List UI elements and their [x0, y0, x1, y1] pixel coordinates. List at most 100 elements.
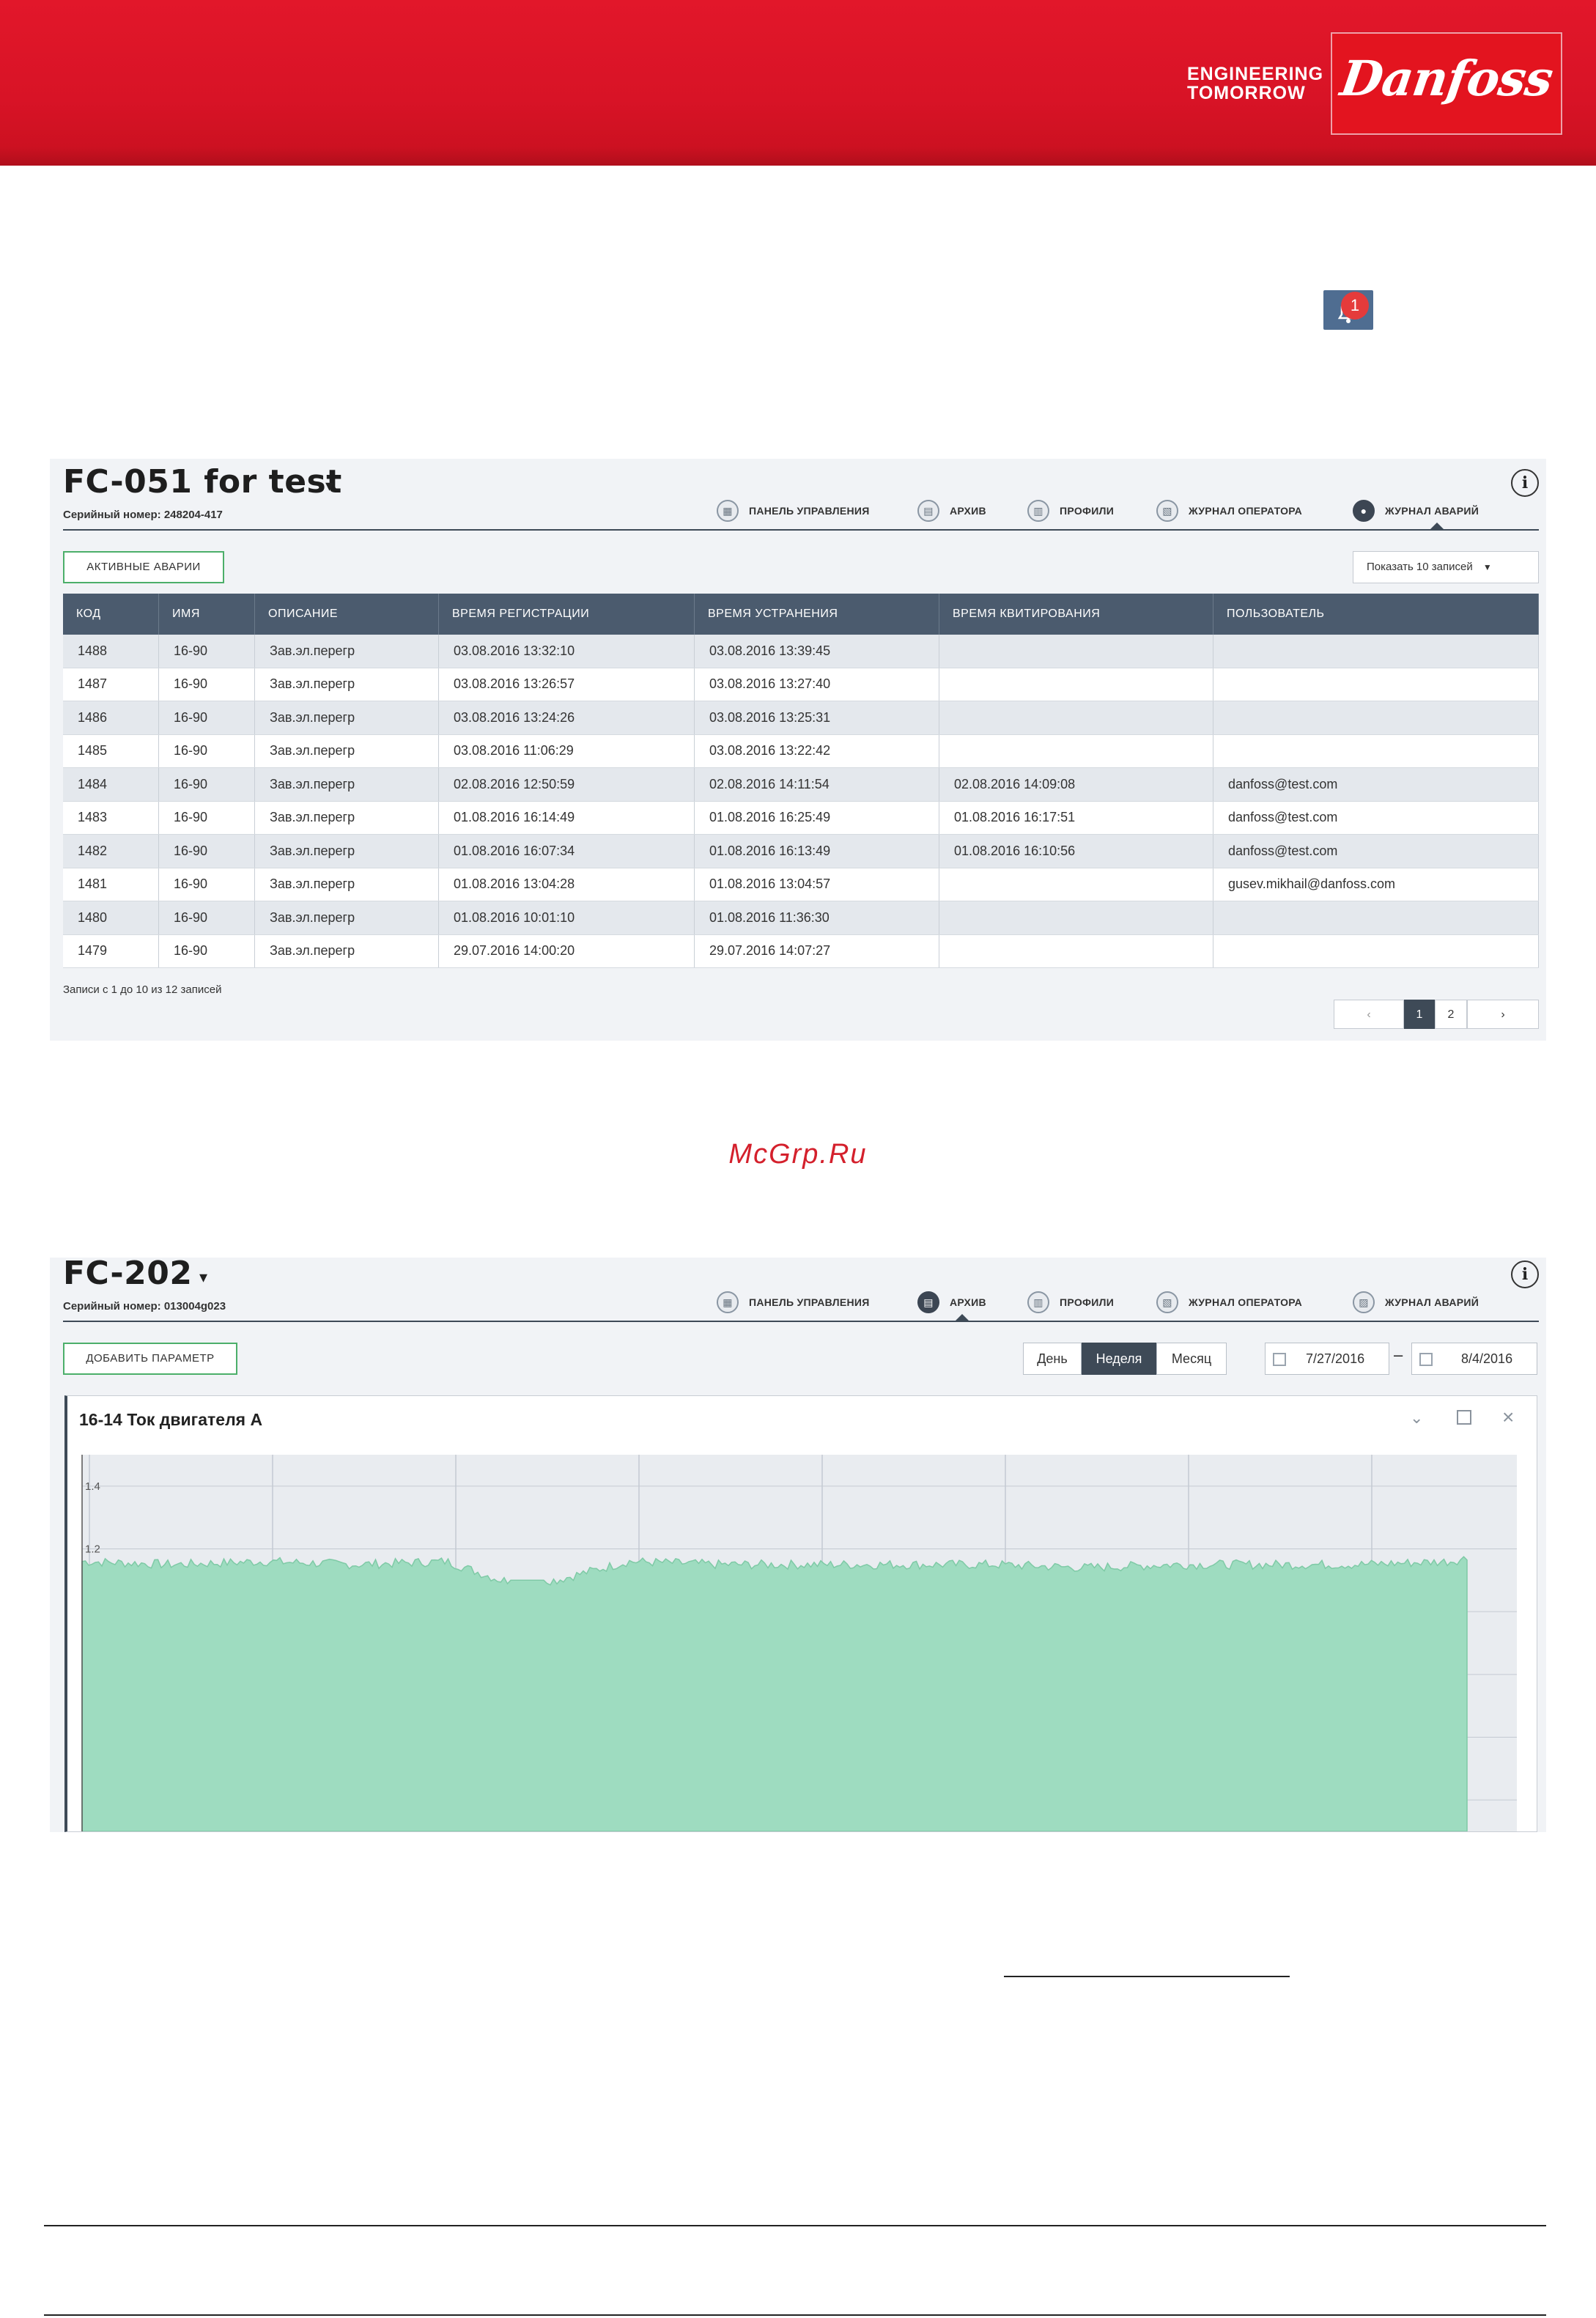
table-cell: Зав.эл.перегр	[254, 801, 439, 835]
column-header-code[interactable]: КОД	[63, 594, 159, 635]
tab-label: ЖУРНАЛ ОПЕРАТОРА	[1189, 505, 1303, 517]
device-dropdown-caret[interactable]: ▾	[325, 476, 333, 495]
add-parameter-button[interactable]: ДОБАВИТЬ ПАРАМЕТР	[63, 1343, 237, 1375]
column-header-name[interactable]: ИМЯ	[158, 594, 255, 635]
close-icon[interactable]: ×	[1502, 1406, 1514, 1429]
table-cell: Зав.эл.перегр	[254, 834, 439, 868]
pagination-page-1[interactable]: 1	[1404, 1000, 1435, 1029]
tab-profiles[interactable]: ▥ ПРОФИЛИ	[1027, 1291, 1114, 1313]
info-icon[interactable]: i	[1511, 469, 1539, 497]
table-row[interactable]: 1481 16-90 Зав.эл.перегр 01.08.2016 13:04:2…	[63, 868, 1539, 901]
table-cell	[1213, 701, 1539, 735]
pagination-prev-button[interactable]: ‹	[1334, 1000, 1404, 1029]
table-cell: 03.08.2016 13:26:57	[438, 668, 695, 701]
operator-log-icon: ▧	[1156, 1291, 1178, 1313]
serial-number: Серийный номер: 248204-417	[63, 509, 223, 521]
range-week-button[interactable]: Неделя	[1082, 1343, 1156, 1375]
table-cell: Зав.эл.перегр	[254, 901, 439, 935]
serial-number: Серийный номер: 013004g023	[63, 1300, 226, 1313]
tab-operator-log[interactable]: ▧ ЖУРНАЛ ОПЕРАТОРА	[1156, 500, 1302, 522]
table-cell: 01.08.2016 16:10:56	[939, 834, 1213, 868]
table-cell: 03.08.2016 13:25:31	[694, 701, 939, 735]
date-from-field[interactable]: 7/27/2016	[1265, 1343, 1389, 1375]
alarm-log-icon: ▨	[1353, 1291, 1375, 1313]
pagination-next-button[interactable]: ›	[1467, 1000, 1539, 1029]
tab-control-panel[interactable]: ▦ ПАНЕЛЬ УПРАВЛЕНИЯ	[717, 1291, 870, 1313]
tab-control-panel[interactable]: ▦ ПАНЕЛЬ УПРАВЛЕНИЯ	[717, 500, 870, 522]
table-row[interactable]: 1480 16-90 Зав.эл.перегр 01.08.2016 10:01:1…	[63, 901, 1539, 935]
table-row[interactable]: 1486 16-90 Зав.эл.перегр 03.08.2016 13:24:2…	[63, 701, 1539, 735]
table-cell: 16-90	[158, 868, 255, 901]
table-cell: Зав.эл.перегр	[254, 868, 439, 901]
device-dropdown-caret[interactable]: ▾	[199, 1268, 207, 1287]
table-cell: 1482	[63, 834, 159, 868]
table-cell: 16-90	[158, 668, 255, 701]
column-header-resolved[interactable]: ВРЕМЯ УСТРАНЕНИЯ	[694, 594, 939, 635]
table-row[interactable]: 1484 16-90 Зав.эл.перегр 02.08.2016 12:50:5…	[63, 767, 1539, 802]
tab-label: ЖУРНАЛ АВАРИЙ	[1385, 505, 1479, 517]
table-row[interactable]: 1479 16-90 Зав.эл.перегр 29.07.2016 14:00:2…	[63, 934, 1539, 968]
tab-alarm-log[interactable]: ● ЖУРНАЛ АВАРИЙ	[1353, 500, 1479, 522]
table-cell: 01.08.2016 16:17:51	[939, 801, 1213, 835]
table-row[interactable]: 1482 16-90 Зав.эл.перегр 01.08.2016 16:07:3…	[63, 834, 1539, 868]
table-cell: Зав.эл.перегр	[254, 734, 439, 768]
table-cell: Зав.эл.перегр	[254, 635, 439, 668]
tabs-underline	[63, 1321, 1539, 1322]
banner-shade	[0, 147, 1596, 166]
tagline-line1: ENGINEERING	[1187, 64, 1324, 84]
calendar-icon	[1419, 1353, 1433, 1367]
active-alarms-button[interactable]: АКТИВНЫЕ АВАРИИ	[63, 551, 224, 583]
tab-alarm-log[interactable]: ▨ ЖУРНАЛ АВАРИЙ	[1353, 1291, 1479, 1313]
tab-profiles[interactable]: ▥ ПРОФИЛИ	[1027, 500, 1114, 522]
table-cell: 01.08.2016 16:13:49	[694, 834, 939, 868]
page-size-select[interactable]: Показать 10 записей ▼	[1353, 551, 1539, 583]
notification-count-badge: 1	[1341, 292, 1369, 320]
table-cell: 02.08.2016 14:11:54	[694, 767, 939, 802]
table-cell	[1213, 734, 1539, 768]
column-header-registered[interactable]: ВРЕМЯ РЕГИСТРАЦИИ	[438, 594, 695, 635]
table-row[interactable]: 1487 16-90 Зав.эл.перегр 03.08.2016 13:26:5…	[63, 668, 1539, 701]
table-cell	[939, 934, 1213, 968]
table-cell: 1488	[63, 635, 159, 668]
tagline-line2: TOMORROW	[1187, 83, 1306, 103]
table-cell: 16-90	[158, 834, 255, 868]
table-cell	[939, 668, 1213, 701]
tab-archive[interactable]: ▤ АРХИВ	[917, 500, 986, 522]
date-separator: –	[1394, 1346, 1403, 1364]
range-day-button[interactable]: День	[1023, 1343, 1082, 1375]
danfoss-logo: Danfoss	[1331, 32, 1562, 135]
column-header-user[interactable]: ПОЛЬЗОВАТЕЛЬ	[1213, 594, 1539, 635]
column-header-acknowledged[interactable]: ВРЕМЯ КВИТИРОВАНИЯ	[939, 594, 1213, 635]
table-row[interactable]: 1485 16-90 Зав.эл.перегр 03.08.2016 11:06:2…	[63, 734, 1539, 768]
alarm-table: КОД ИМЯ ОПИСАНИЕ ВРЕМЯ РЕГИСТРАЦИИ ВРЕМЯ…	[63, 594, 1539, 968]
table-cell: Зав.эл.перегр	[254, 934, 439, 968]
info-icon[interactable]: i	[1511, 1260, 1539, 1288]
table-cell: 03.08.2016 11:06:29	[438, 734, 695, 768]
column-header-description[interactable]: ОПИСАНИЕ	[254, 594, 439, 635]
table-cell: 1485	[63, 734, 159, 768]
alarm-table-body: 1488 16-90 Зав.эл.перегр 03.08.2016 13:32:1…	[63, 635, 1539, 968]
tabs-underline	[63, 529, 1539, 531]
tab-archive[interactable]: ▤ АРХИВ	[917, 1291, 986, 1313]
table-cell: danfoss@test.com	[1213, 834, 1539, 868]
table-cell: 01.08.2016 13:04:28	[438, 868, 695, 901]
table-cell: danfoss@test.com	[1213, 801, 1539, 835]
active-tab-indicator	[956, 1314, 969, 1321]
table-row[interactable]: 1488 16-90 Зав.эл.перегр 03.08.2016 13:32:1…	[63, 635, 1539, 668]
tab-operator-log[interactable]: ▧ ЖУРНАЛ ОПЕРАТОРА	[1156, 1291, 1302, 1313]
table-cell	[1213, 635, 1539, 668]
table-row[interactable]: 1483 16-90 Зав.эл.перегр 01.08.2016 16:14:4…	[63, 801, 1539, 835]
table-cell	[939, 868, 1213, 901]
range-month-button[interactable]: Месяц	[1156, 1343, 1227, 1375]
alarm-log-icon: ●	[1353, 500, 1375, 522]
footer-rule	[44, 2225, 1546, 2226]
collapse-chevron-icon[interactable]: ⌄	[1410, 1409, 1423, 1428]
footer-rule-bottom	[44, 2314, 1546, 2316]
table-cell: danfoss@test.com	[1213, 767, 1539, 802]
date-to-field[interactable]: 8/4/2016	[1411, 1343, 1537, 1375]
tab-label: ПРОФИЛИ	[1060, 1296, 1115, 1308]
table-cell: 01.08.2016 16:07:34	[438, 834, 695, 868]
maximize-icon[interactable]	[1457, 1410, 1471, 1425]
series-area[interactable]	[81, 1556, 1468, 1831]
pagination-page-2[interactable]: 2	[1435, 1000, 1467, 1029]
